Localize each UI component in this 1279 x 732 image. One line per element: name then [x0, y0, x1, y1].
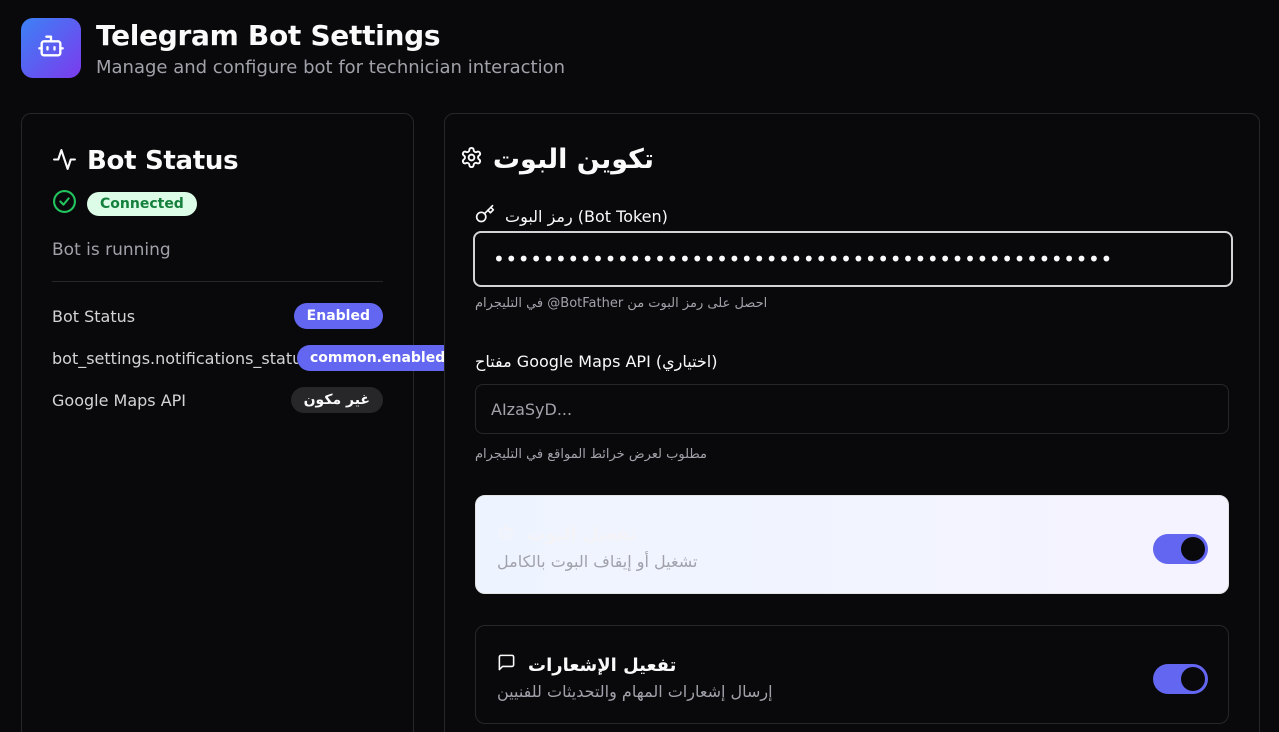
- bot-token-input[interactable]: ••••••••••••••••••••••••••••••••••••••••…: [473, 231, 1233, 287]
- page-header: Telegram Bot Settings Manage and configu…: [21, 18, 565, 80]
- page-subtitle: Manage and configure bot for technician …: [96, 57, 566, 78]
- token-label-text: رمز البوت (Bot Token): [505, 206, 668, 226]
- token-masked-value: ••••••••••••••••••••••••••••••••••••••••…: [493, 247, 1113, 271]
- status-row-badge: غير مكون: [290, 387, 383, 413]
- bot-icon: [37, 32, 65, 64]
- notifications-enable-switch[interactable]: [1153, 664, 1208, 694]
- status-row-label: bot_settings.notifications_status: [52, 349, 311, 368]
- bot-enable-description: تشغيل أو إيقاف البوت بالكامل: [497, 552, 698, 571]
- config-title: تكوين البوت: [492, 144, 654, 175]
- bot-status-heading: Bot Status: [52, 146, 239, 176]
- connection-row: Connected: [52, 189, 197, 218]
- gear-icon: [460, 146, 483, 173]
- activity-icon: [52, 147, 77, 176]
- status-row-badge: common.enabled: [297, 345, 459, 371]
- notifications-enable-title: تفعيل الإشعارات: [528, 654, 677, 676]
- notifications-enable-description: إرسال إشعارات المهام والتحديثات للفنيين: [497, 682, 773, 701]
- bot-enable-title: تفعيل البوت: [527, 524, 637, 545]
- maps-api-key-input[interactable]: [475, 384, 1229, 434]
- token-hint: في التليجرام @BotFather احصل على رمز الب…: [475, 296, 768, 311]
- status-row-badge: Enabled: [293, 303, 383, 329]
- maps-hint: مطلوب لعرض خرائط المواقع في التليجرام: [475, 447, 707, 462]
- maps-label-text: مفتاح Google Maps API (اختياري): [475, 352, 718, 371]
- config-heading: تكوين البوت: [460, 144, 654, 175]
- bot-status-title: Bot Status: [87, 146, 239, 176]
- notifications-enable-card: تفعيل الإشعارات إرسال إشعارات المهام وال…: [475, 625, 1229, 724]
- bot-icon: [497, 523, 515, 546]
- bot-config-card: تكوين البوت رمز البوت (Bot Token) ••••••…: [444, 113, 1260, 732]
- bot-enable-heading: تفعيل البوت: [497, 523, 636, 546]
- switch-knob: [1181, 667, 1205, 691]
- status-row-bot: Bot Status Enabled: [52, 303, 383, 331]
- token-label: رمز البوت (Bot Token): [475, 204, 668, 228]
- divider: [52, 281, 383, 282]
- connection-badge: Connected: [87, 191, 197, 216]
- maps-label: مفتاح Google Maps API (اختياري): [475, 352, 718, 371]
- switch-knob: [1181, 537, 1205, 561]
- bot-enable-card: تفعيل البوت تشغيل أو إيقاف البوت بالكامل: [475, 495, 1229, 594]
- bot-enable-switch[interactable]: [1153, 534, 1208, 564]
- key-icon: [475, 204, 495, 228]
- page-title: Telegram Bot Settings: [96, 19, 441, 52]
- notifications-enable-heading: تفعيل الإشعارات: [497, 653, 676, 677]
- bot-logo: [21, 18, 81, 78]
- running-text: Bot is running: [52, 240, 171, 260]
- status-row-label: Bot Status: [52, 307, 136, 326]
- bot-status-card: Bot Status Connected Bot is running Bot …: [21, 113, 459, 732]
- status-row-label: Google Maps API: [52, 391, 187, 410]
- message-square-icon: [497, 653, 516, 677]
- check-circle-icon: [52, 189, 77, 218]
- status-row-maps: Google Maps API غير مكون: [52, 387, 383, 415]
- status-row-notifications: bot_settings.notifications_status common…: [52, 345, 459, 373]
